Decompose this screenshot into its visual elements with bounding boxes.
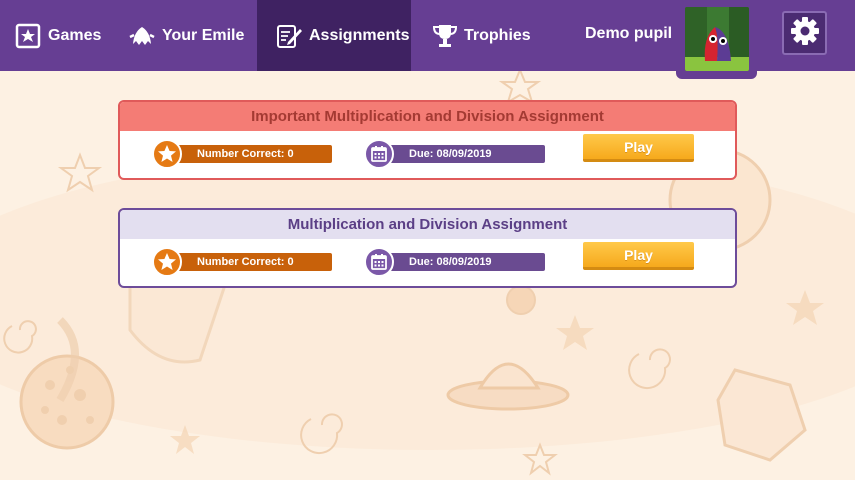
nav-assignments-label: Assignments xyxy=(309,26,410,44)
assignment-card-important: Important Multiplication and Division As… xyxy=(118,100,737,180)
nav-games[interactable]: Games xyxy=(14,0,101,71)
book-star-icon xyxy=(14,22,42,50)
avatar-container[interactable] xyxy=(676,0,757,79)
nav-your-emile-label: Your Emile xyxy=(162,26,245,44)
due-date-label: Due: 08/09/2019 xyxy=(409,148,492,160)
planet-decoration xyxy=(19,354,115,450)
due-date-badge: Due: 08/09/2019 xyxy=(364,139,545,169)
nav-your-emile[interactable]: Your Emile xyxy=(128,0,244,71)
due-date-badge: Due: 08/09/2019 xyxy=(364,247,545,277)
assignment-title: Important Multiplication and Division As… xyxy=(120,102,735,131)
settings-button[interactable] xyxy=(782,11,827,55)
nav-trophies-label: Trophies xyxy=(464,26,531,44)
number-correct-badge: Number Correct: 0 xyxy=(152,247,332,277)
gear-icon xyxy=(790,16,820,51)
user-name: Demo pupil xyxy=(585,25,673,42)
ghost-icon xyxy=(128,22,156,50)
nav-trophies[interactable]: Trophies xyxy=(432,0,531,71)
assignment-card: Multiplication and Division Assignment N… xyxy=(118,208,737,288)
assignment-title: Multiplication and Division Assignment xyxy=(120,210,735,239)
top-nav: Games Your Emile Assignments Trophies De… xyxy=(0,0,855,79)
star-icon xyxy=(152,139,182,169)
nav-games-label: Games xyxy=(48,26,102,44)
nav-assignments[interactable]: Assignments xyxy=(257,0,411,71)
trophy-icon xyxy=(432,22,458,50)
play-button[interactable]: Play xyxy=(583,134,694,162)
star-icon xyxy=(152,247,182,277)
calendar-icon xyxy=(364,139,394,169)
avatar[interactable] xyxy=(685,7,749,71)
number-correct-badge: Number Correct: 0 xyxy=(152,139,332,169)
pencil-paper-icon xyxy=(275,22,303,50)
number-correct-label: Number Correct: 0 xyxy=(197,256,294,268)
due-date-label: Due: 08/09/2019 xyxy=(409,256,492,268)
number-correct-label: Number Correct: 0 xyxy=(197,148,294,160)
calendar-icon xyxy=(364,247,394,277)
play-button[interactable]: Play xyxy=(583,242,694,270)
